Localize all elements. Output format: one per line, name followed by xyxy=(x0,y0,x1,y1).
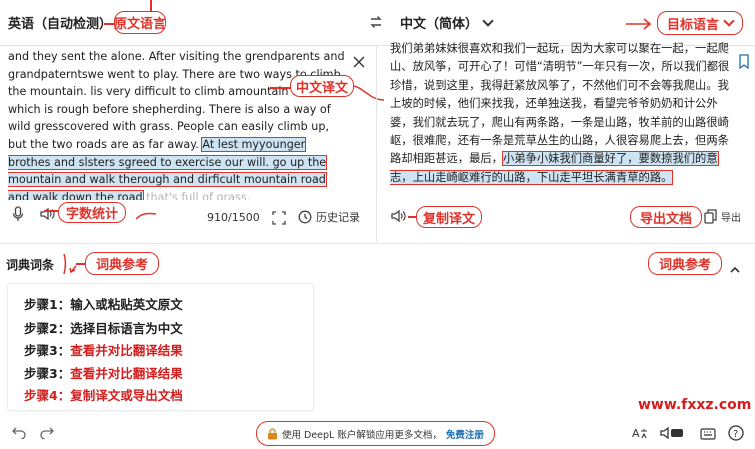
chevron-down-icon xyxy=(723,15,735,27)
export-button[interactable]: 导出 xyxy=(704,209,741,224)
microphone-icon[interactable] xyxy=(10,206,26,222)
speaker-badge-icon[interactable] xyxy=(660,425,686,441)
source-language-annotation: 原文语言 xyxy=(114,11,166,34)
site-watermark: www.fxxz.com xyxy=(638,397,752,413)
promo-text: 使用 DeepL 账户解锁应用更多文档， xyxy=(282,429,442,441)
annotation-connector xyxy=(408,216,416,218)
help-icon[interactable]: ? xyxy=(728,425,744,441)
target-language-selector[interactable]: 中文（简体） xyxy=(400,13,494,32)
export-document-annotation: 导出文档 xyxy=(630,206,702,228)
source-language-label: 英语（自动检测） xyxy=(8,17,113,32)
source-text-area[interactable]: and they sent the alone. After visiting … xyxy=(8,48,348,200)
step-item: 步骤2：选择目标语言为中文 xyxy=(24,318,183,337)
translation-text-plain: 我们弟弟妹妹很喜欢和我们一起玩，因为大家可以聚在一起，一起爬山、放风筝，可开心了… xyxy=(390,42,730,166)
arrow-right-icon xyxy=(626,16,654,30)
annotation-connector-curve xyxy=(135,205,157,220)
dictionary-annotation-left: 词典参考 xyxy=(85,252,159,275)
source-text-plain: and they sent the alone. After visiting … xyxy=(8,50,345,151)
step-prefix: 步骤3： xyxy=(24,366,71,381)
copy-document-icon xyxy=(704,209,717,224)
step-text: 查看并对比翻译结果 xyxy=(70,366,183,381)
target-language-annotation-label: 目标语言 xyxy=(666,17,719,33)
bookmark-icon[interactable] xyxy=(738,54,750,70)
source-text-faded: that's full of grass. xyxy=(142,190,251,200)
translation-annotation: 中文译文 xyxy=(290,75,354,97)
annotation-connector xyxy=(150,0,152,11)
speaker-icon[interactable] xyxy=(390,208,410,224)
lock-icon xyxy=(268,427,277,439)
step-prefix: 步骤1： xyxy=(24,297,71,312)
steps-card: 步骤1：输入或粘贴英文原文 步骤2：选择目标语言为中文 步骤3：查看并对比翻译结… xyxy=(7,283,314,411)
step-prefix: 步骤3： xyxy=(24,343,71,358)
promo-banner: 使用 DeepL 账户解锁应用更多文档， 免费注册 xyxy=(256,421,495,446)
step-item: 步骤3：查看并对比翻译结果 xyxy=(24,363,183,382)
bottom-bar: 使用 DeepL 账户解锁应用更多文档， 免费注册 A ? xyxy=(0,418,755,449)
chevron-up-icon[interactable] xyxy=(730,259,740,273)
speaker-icon[interactable] xyxy=(36,206,60,222)
dictionary-annotation-right: 词典参考 xyxy=(648,252,722,275)
char-count: 910/1500 xyxy=(207,211,260,224)
dictionary-title[interactable]: 词典词条 xyxy=(6,256,54,273)
source-toolbar xyxy=(10,206,60,222)
char-count-annotation: 字数统计 xyxy=(58,202,126,223)
clear-text-icon[interactable] xyxy=(352,54,366,68)
copy-translation-annotation: 复制译文 xyxy=(416,206,482,228)
step-prefix: 步骤2： xyxy=(24,321,71,336)
step-text: 选择目标语言为中文 xyxy=(70,321,183,336)
keyboard-icon[interactable] xyxy=(700,426,716,440)
swap-arrows-icon[interactable] xyxy=(368,14,384,30)
history-button[interactable]: 历史记录 xyxy=(298,209,360,225)
step-text: 查看并对比翻译结果 xyxy=(70,343,183,358)
history-label: 历史记录 xyxy=(316,211,360,224)
step-text: 输入或粘贴英文原文 xyxy=(70,297,183,312)
arrow-up-icon xyxy=(62,253,84,276)
target-language-annotation: 目标语言 xyxy=(657,11,743,35)
register-link[interactable]: 免费注册 xyxy=(446,427,484,441)
clock-history-icon xyxy=(298,210,312,224)
target-language-label: 中文（简体） xyxy=(400,17,479,32)
annotation-connector-curve xyxy=(353,82,385,104)
pane-divider xyxy=(376,46,377,242)
svg-text:?: ? xyxy=(733,429,738,440)
undo-icon[interactable] xyxy=(12,424,26,440)
chevron-down-icon xyxy=(482,14,494,27)
step-prefix: 步骤4： xyxy=(24,388,71,403)
document-scan-icon[interactable] xyxy=(272,210,286,225)
section-divider xyxy=(0,243,755,244)
svg-text:A: A xyxy=(632,427,640,440)
translation-output: 我们弟弟妹妹很喜欢和我们一起玩，因为大家可以聚在一起，一起爬山、放风筝，可开心了… xyxy=(390,40,730,200)
step-text: 复制译文或导出文档 xyxy=(70,388,183,403)
redo-icon[interactable] xyxy=(40,424,54,440)
export-label: 导出 xyxy=(721,213,741,224)
step-item: 步骤1：输入或粘贴英文原文 xyxy=(24,294,183,313)
step-item: 步骤4：复制译文或导出文档 xyxy=(24,385,183,404)
annotation-connector xyxy=(44,210,58,212)
annotation-connector xyxy=(104,23,114,25)
translate-glossary-icon[interactable]: A xyxy=(632,425,648,441)
step-item: 步骤3：查看并对比翻译结果 xyxy=(24,340,183,359)
